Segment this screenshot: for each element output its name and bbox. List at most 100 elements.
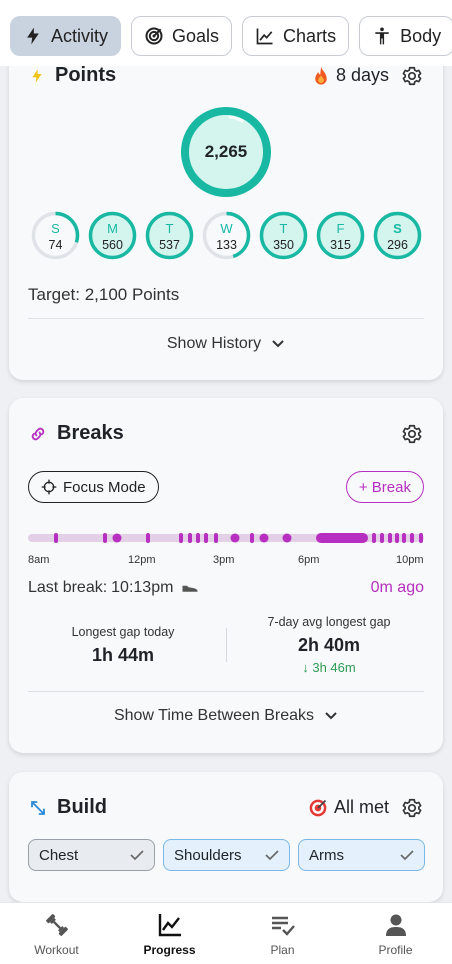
bolt-icon xyxy=(32,68,42,83)
daily-points-row: S 74 M 560 T 537 W 133 T 350 F 315 S 296 xyxy=(30,210,423,261)
tab-label: Activity xyxy=(51,25,109,46)
day-value: 350 xyxy=(273,238,294,252)
tab-activity[interactable]: Activity xyxy=(10,16,122,56)
muscle-chips: Chest Shoulders Arms xyxy=(28,839,425,871)
day-value: 296 xyxy=(387,238,408,252)
add-break-button[interactable]: + Break xyxy=(345,471,424,503)
points-title: Points xyxy=(55,64,117,86)
streak-text: 8 days xyxy=(335,65,389,85)
chip-label: Arms xyxy=(309,846,344,864)
day-letter: T xyxy=(279,221,288,236)
stat-label: 7-day avg longest gap xyxy=(267,615,391,629)
day-value: 74 xyxy=(48,238,63,252)
day-value: 315 xyxy=(330,238,351,252)
show-time-label: Show Time Between Breaks xyxy=(113,707,315,724)
user-icon xyxy=(385,914,406,936)
timeline-label: 8am xyxy=(28,554,50,566)
gear-icon[interactable] xyxy=(401,797,423,819)
add-break-label: + Break xyxy=(358,478,411,496)
timeline-label: 3pm xyxy=(213,554,235,566)
day-ring[interactable]: W 133 xyxy=(201,210,252,261)
bolt-icon xyxy=(27,27,39,45)
day-ring[interactable]: S 74 xyxy=(30,210,81,261)
nav-progress[interactable]: Progress xyxy=(113,903,226,964)
build-header: Build All met xyxy=(29,796,423,819)
gear-icon[interactable] xyxy=(401,65,423,87)
avg-longest-gap: 7-day avg longest gap 2h 40m ↓ 3h 46m xyxy=(234,615,424,675)
tab-label: Charts xyxy=(283,25,337,46)
divider xyxy=(28,691,424,692)
dumbbell-icon xyxy=(45,914,68,936)
last-break-time: 10:13pm xyxy=(111,579,174,596)
bottom-nav: Workout Progress Plan Profile xyxy=(0,902,452,964)
stat-label: Longest gap today xyxy=(71,625,175,639)
chevron-down-icon xyxy=(272,340,284,348)
focus-mode-label: Focus Mode xyxy=(63,478,146,496)
last-break-label: Last break: xyxy=(28,579,108,596)
show-history-button[interactable]: Show History xyxy=(9,335,443,353)
nav-profile[interactable]: Profile xyxy=(339,903,452,964)
day-ring[interactable]: M 560 xyxy=(87,210,138,261)
build-status: All met xyxy=(308,797,389,818)
breaks-timeline xyxy=(28,533,424,543)
chip-shoulders[interactable]: Shoulders xyxy=(163,839,290,871)
chip-arms[interactable]: Arms xyxy=(298,839,425,871)
timeline-labels: 8am 12pm 3pm 6pm 10pm xyxy=(28,554,424,568)
link-icon xyxy=(31,427,45,440)
nav-label: Plan xyxy=(270,943,295,957)
tab-label: Body xyxy=(400,25,442,46)
chevron-down-icon xyxy=(325,712,337,720)
breaks-header: Breaks xyxy=(29,422,423,445)
breaks-title: Breaks xyxy=(57,422,124,444)
tab-label: Goals xyxy=(172,25,220,46)
points-target: Target: 2,100 Points xyxy=(28,285,180,304)
check-icon xyxy=(130,850,144,861)
tab-goals[interactable]: Goals xyxy=(131,16,233,56)
nav-label: Workout xyxy=(34,943,79,957)
build-status-text: All met xyxy=(333,797,389,817)
day-ring[interactable]: T 537 xyxy=(144,210,195,261)
target-icon xyxy=(145,27,163,45)
stat-value: 2h 40m xyxy=(297,635,361,655)
crosshair-icon xyxy=(41,479,57,495)
gear-icon[interactable] xyxy=(401,423,423,445)
person-icon xyxy=(375,27,389,45)
day-ring[interactable]: S 296 xyxy=(372,210,423,261)
chip-label: Chest xyxy=(39,846,79,864)
build-card: Build All met Chest Shoulders Arms xyxy=(9,772,443,902)
bullseye-icon xyxy=(309,799,327,816)
divider xyxy=(28,318,424,319)
day-letter: T xyxy=(165,221,174,236)
points-header: Points 8 days xyxy=(29,64,423,87)
tab-body[interactable]: Body xyxy=(359,16,452,56)
stat-delta: ↓ 3h 46m xyxy=(302,660,356,675)
check-icon xyxy=(265,850,279,861)
last-break-ago: 0m ago xyxy=(370,579,424,596)
day-value: 560 xyxy=(102,238,123,252)
show-time-between-breaks-button[interactable]: Show Time Between Breaks xyxy=(9,707,443,725)
nav-workout[interactable]: Workout xyxy=(0,903,113,964)
nav-label: Progress xyxy=(143,943,196,957)
day-letter: S xyxy=(393,221,402,236)
check-icon xyxy=(400,850,414,861)
focus-mode-button[interactable]: Focus Mode xyxy=(28,471,159,503)
checklist-icon xyxy=(271,916,295,936)
day-ring[interactable]: F 315 xyxy=(315,210,366,261)
expand-arrows-icon xyxy=(31,800,45,815)
build-title: Build xyxy=(57,796,107,818)
chip-chest[interactable]: Chest xyxy=(28,839,155,871)
day-letter: M xyxy=(107,221,118,236)
day-letter: S xyxy=(51,221,60,236)
tab-charts[interactable]: Charts xyxy=(242,16,350,56)
timeline-label: 10pm xyxy=(396,554,424,566)
timeline-label: 12pm xyxy=(128,554,156,566)
line-chart-icon xyxy=(256,28,273,45)
top-tab-bar: Activity Goals Charts Body xyxy=(0,0,452,66)
divider xyxy=(226,628,227,662)
nav-plan[interactable]: Plan xyxy=(226,903,339,964)
day-letter: W xyxy=(220,221,233,236)
day-ring[interactable]: T 350 xyxy=(258,210,309,261)
stat-value: 1h 44m xyxy=(91,645,155,665)
fire-icon xyxy=(315,66,327,85)
breaks-card: Breaks Focus Mode + Break 8am 12pm 3pm 6… xyxy=(9,398,443,753)
